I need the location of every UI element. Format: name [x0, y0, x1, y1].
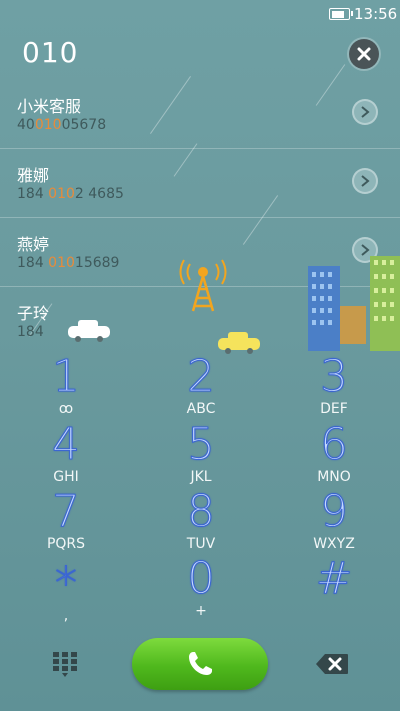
dial-keypad: 1 ꝏ 2 ABC 3 DEF 4 GHI 5 JKL 6 MNO 7 PQRS… [0, 350, 400, 624]
contact-detail-button[interactable] [352, 168, 378, 194]
contact-name: 燕婷 [17, 235, 50, 254]
backspace-icon [316, 654, 348, 674]
weather-scene [0, 251, 400, 356]
clear-button[interactable] [349, 39, 379, 69]
key-digit: * [55, 558, 78, 609]
key-letters: ABC [186, 401, 216, 417]
key-digit: 6 [320, 419, 349, 470]
status-bar: 13:56 [0, 0, 400, 28]
key-5[interactable]: 5 JKL [146, 419, 256, 489]
key-letters: JKL [190, 469, 212, 485]
key-0[interactable]: 0 + [146, 553, 256, 623]
key-2[interactable]: 2 ABC [146, 351, 256, 421]
white-car-icon [68, 320, 110, 342]
contact-row[interactable]: 小米客服 4001005678 [0, 80, 400, 149]
contact-name: 雅娜 [17, 166, 50, 185]
key-digit: 5 [187, 419, 216, 470]
key-3[interactable]: 3 DEF [279, 351, 389, 421]
signal-tower-icon [179, 259, 227, 312]
key-4[interactable]: 4 GHI [11, 419, 121, 489]
contact-row[interactable]: 雅娜 184 0102 4685 [0, 149, 400, 218]
status-time: 13:56 [354, 5, 398, 23]
key-digit: 9 [320, 486, 349, 537]
key-letters: MNO [317, 469, 351, 485]
chevron-right-icon [361, 106, 370, 118]
contact-name: 小米客服 [17, 97, 82, 116]
dialpad-grid-icon [53, 652, 77, 677]
key-hash[interactable]: # [279, 553, 389, 623]
contact-number: 4001005678 [17, 117, 107, 133]
key-digit: 3 [320, 351, 349, 402]
key-star[interactable]: * , [11, 558, 121, 628]
key-digit: 0 [187, 553, 216, 604]
key-letters: , [63, 608, 69, 624]
key-8[interactable]: 8 TUV [146, 486, 256, 556]
key-digit: # [315, 553, 353, 604]
key-digit: 1 [52, 351, 81, 402]
call-button[interactable] [132, 638, 268, 690]
key-digit: 4 [52, 419, 81, 470]
phone-icon [189, 652, 212, 675]
chevron-right-icon [361, 244, 370, 256]
key-letters: TUV [186, 536, 216, 552]
key-letters: + [195, 603, 207, 619]
close-icon [357, 47, 371, 61]
key-7[interactable]: 7 PQRS [11, 486, 121, 556]
backspace-button[interactable] [315, 653, 349, 679]
key-9[interactable]: 9 WXYZ [279, 486, 389, 556]
chevron-right-icon [361, 175, 370, 187]
key-letters: WXYZ [313, 536, 355, 552]
key-letters: DEF [320, 401, 348, 417]
key-digit: 2 [187, 351, 216, 402]
voicemail-icon: ꝏ [58, 401, 74, 417]
key-digit: 8 [187, 486, 216, 537]
contact-detail-button[interactable] [352, 99, 378, 125]
key-letters: GHI [53, 469, 79, 485]
key-digit: 7 [52, 486, 81, 537]
key-letters: PQRS [46, 536, 86, 552]
key-6[interactable]: 6 MNO [279, 419, 389, 489]
buildings-illustration [308, 251, 400, 351]
key-1[interactable]: 1 ꝏ [11, 351, 121, 421]
dialer-screen: 13:56 010 小米客服 4001005678 雅娜 184 0102 46… [0, 0, 400, 711]
battery-icon [329, 8, 353, 20]
contact-number: 184 0102 4685 [17, 186, 124, 202]
dial-number-display[interactable]: 010 [22, 36, 78, 69]
bottom-action-bar [0, 635, 400, 695]
dialpad-toggle-button[interactable] [53, 652, 77, 682]
scene-graphics [68, 251, 400, 354]
